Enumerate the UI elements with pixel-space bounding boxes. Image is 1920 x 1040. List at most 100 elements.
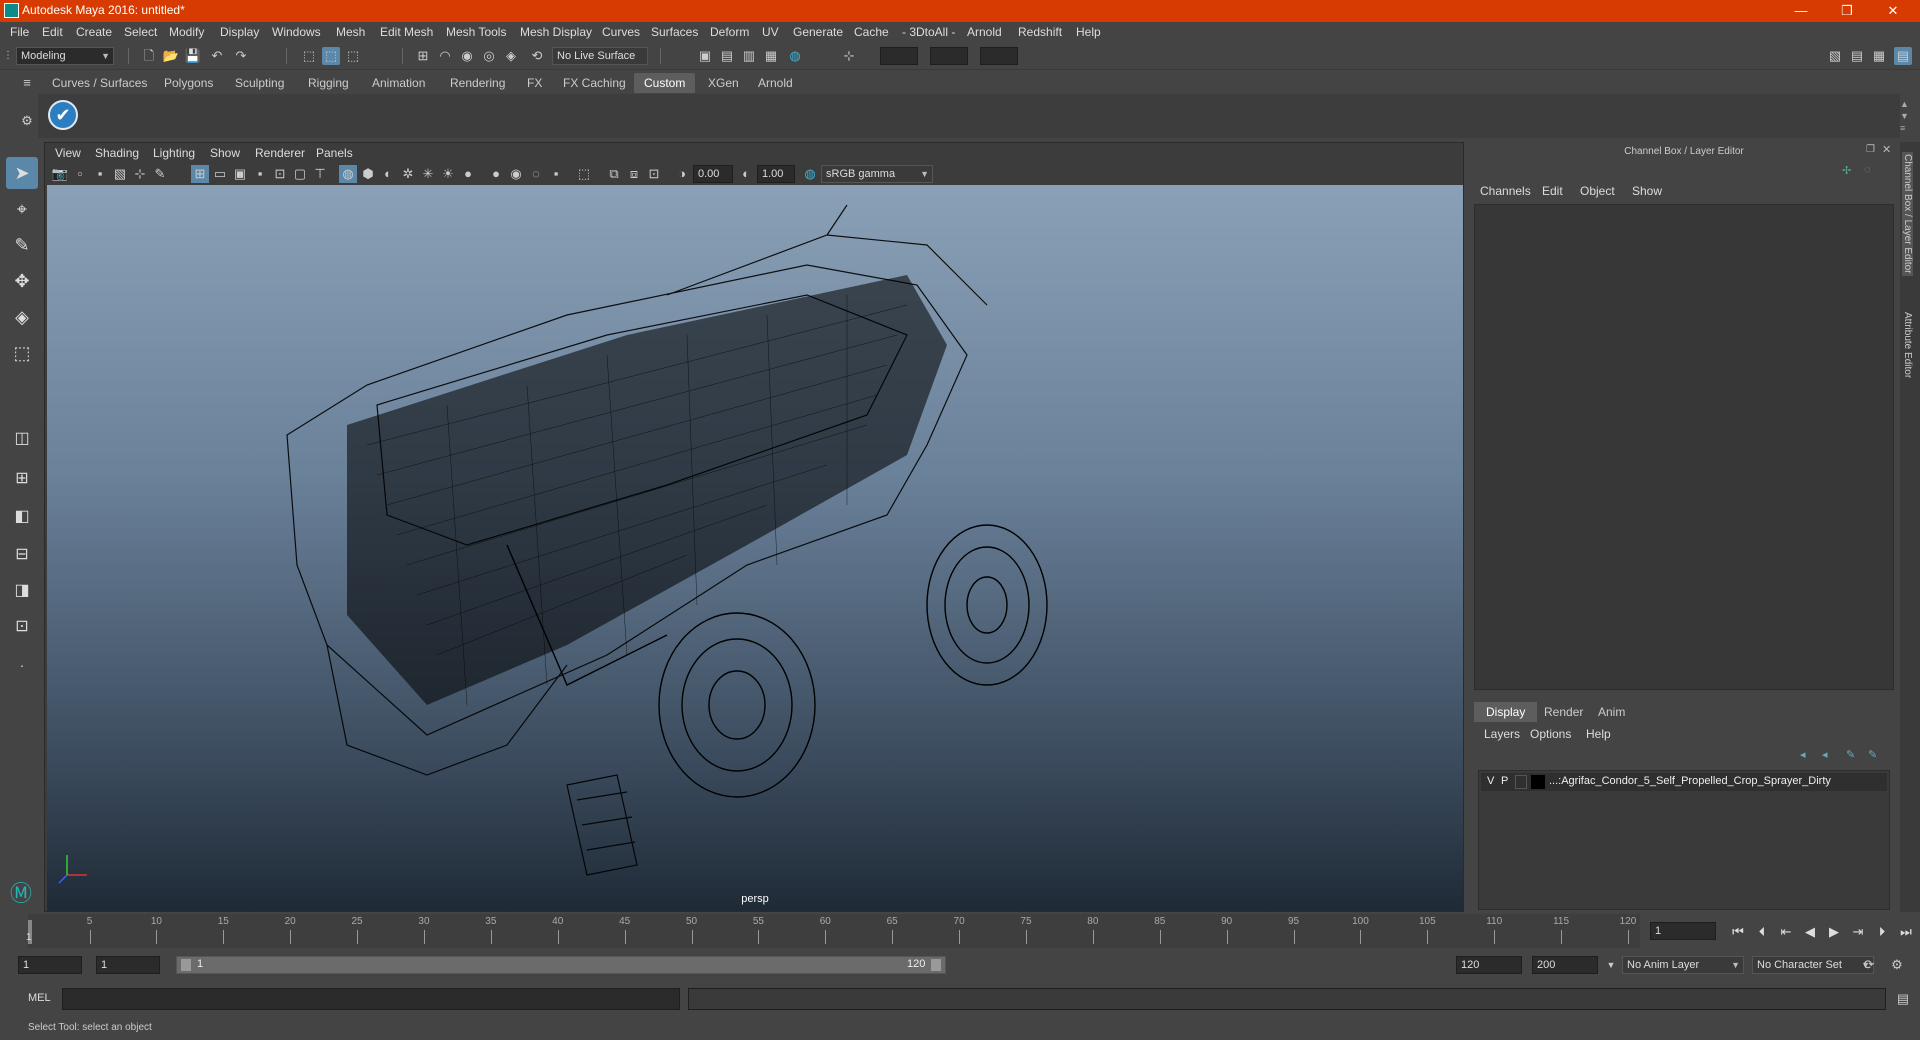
cb-menu-channels[interactable]: Channels bbox=[1480, 184, 1531, 198]
range-end-handle[interactable] bbox=[931, 959, 941, 971]
viewport-3d[interactable]: persp bbox=[47, 185, 1463, 911]
le-menu-help[interactable]: Help bbox=[1586, 727, 1611, 741]
gamma-icon[interactable]: ◐ bbox=[737, 165, 755, 183]
animation-start-input[interactable]: 1 bbox=[18, 956, 82, 974]
snap-grid-icon[interactable]: ⊞ bbox=[414, 47, 432, 65]
time-slider[interactable]: 1 5 10 15 20 25 30 35 40 45 50 55 60 65 70 75 80 85 90 95 1… bbox=[26, 914, 1640, 948]
cb-menu-object[interactable]: Object bbox=[1580, 184, 1615, 198]
lasso-tool-icon[interactable]: ⌖ bbox=[6, 193, 38, 225]
tab-fx-caching[interactable]: FX Caching bbox=[553, 73, 636, 93]
close-panel-icon[interactable]: ✕ bbox=[1882, 143, 1891, 156]
panel-menu-renderer[interactable]: Renderer bbox=[255, 146, 305, 160]
animation-preferences-icon[interactable]: ⚙ bbox=[1888, 956, 1906, 974]
transform-mode-icon[interactable]: ⊹ bbox=[840, 47, 858, 65]
tab-arnold[interactable]: Arnold bbox=[748, 73, 803, 93]
animation-end-input[interactable]: 200 bbox=[1532, 956, 1598, 974]
snap-live-icon[interactable]: ◈ bbox=[502, 47, 520, 65]
layer-playback-toggle[interactable]: P bbox=[1501, 775, 1508, 787]
film-gate-icon[interactable]: ▭ bbox=[211, 165, 229, 183]
wireframe-model[interactable] bbox=[47, 185, 1463, 911]
layer-visibility-toggle[interactable]: V bbox=[1487, 775, 1494, 787]
tab-fx[interactable]: FX bbox=[517, 73, 552, 93]
tab-display[interactable]: Display bbox=[1474, 702, 1538, 722]
redo-icon[interactable]: ↷ bbox=[232, 47, 250, 65]
channel-box-area[interactable] bbox=[1474, 204, 1894, 690]
menu-mesh-display[interactable]: Mesh Display bbox=[520, 25, 592, 39]
shadows-icon[interactable]: ☀ bbox=[439, 165, 457, 183]
menu-select[interactable]: Select bbox=[124, 25, 157, 39]
step-back-key-icon[interactable]: ⇤ bbox=[1776, 922, 1796, 942]
lights-icon[interactable]: ✳ bbox=[419, 165, 437, 183]
shelf-menu-icon[interactable]: ≡ bbox=[18, 74, 36, 92]
step-forward-key-icon[interactable]: ⇥ bbox=[1848, 922, 1868, 942]
four-view-layout-icon[interactable]: ⊞ bbox=[6, 463, 38, 495]
menu-mesh[interactable]: Mesh bbox=[336, 25, 365, 39]
xray-icon[interactable]: ⬚ bbox=[575, 165, 593, 183]
tool-settings-icon[interactable]: ▦ bbox=[1870, 47, 1888, 65]
chevron-down-icon[interactable]: ▼ bbox=[1602, 956, 1620, 974]
script-editor-icon[interactable]: ▤ bbox=[1894, 990, 1912, 1008]
scale-tool-icon[interactable]: ⬚ bbox=[6, 337, 38, 369]
menu-surfaces[interactable]: Surfaces bbox=[651, 25, 698, 39]
xray-components-icon[interactable]: ⧈ bbox=[625, 165, 643, 183]
shelf-scroll-icon[interactable]: ▲ ▼ ≡ bbox=[1900, 98, 1909, 134]
le-menu-options[interactable]: Options bbox=[1530, 727, 1571, 741]
motion-blur-icon[interactable]: ● bbox=[487, 165, 505, 183]
shelf-settings-icon[interactable]: ⚙ bbox=[18, 112, 36, 130]
select-tool-icon[interactable]: ➤ bbox=[6, 157, 38, 189]
menu-create[interactable]: Create bbox=[76, 25, 112, 39]
gate-mask-icon[interactable]: ▪ bbox=[251, 165, 269, 183]
restore-button[interactable]: ❐ bbox=[1824, 0, 1870, 22]
color-management-icon[interactable]: ◍ bbox=[801, 165, 819, 183]
grease-pencil-icon[interactable]: ✎ bbox=[151, 165, 169, 183]
move-layer-up-icon[interactable]: ◂ bbox=[1800, 748, 1806, 761]
z-input[interactable] bbox=[980, 47, 1018, 65]
y-input[interactable] bbox=[930, 47, 968, 65]
current-frame-input[interactable]: 1 bbox=[1650, 922, 1716, 940]
playback-end-input[interactable]: 120 bbox=[1456, 956, 1522, 974]
grip-handle-icon[interactable]: ⋮ bbox=[2, 47, 14, 65]
rotate-tool-icon[interactable]: ◈ bbox=[6, 301, 38, 333]
tab-xgen[interactable]: XGen bbox=[698, 73, 749, 93]
save-scene-icon[interactable]: 💾 bbox=[184, 47, 202, 65]
menu-modify[interactable]: Modify bbox=[169, 25, 204, 39]
undo-icon[interactable]: ↶ bbox=[208, 47, 226, 65]
cb-menu-show[interactable]: Show bbox=[1632, 184, 1662, 198]
tab-polygons[interactable]: Polygons bbox=[154, 73, 223, 93]
panel-menu-panels[interactable]: Panels bbox=[316, 146, 353, 160]
panel-menu-view[interactable]: View bbox=[55, 146, 81, 160]
channel-box-axis-icon[interactable]: ✢ bbox=[1842, 164, 1851, 177]
menu-deform[interactable]: Deform bbox=[710, 25, 749, 39]
camera-icon[interactable]: 📷 bbox=[51, 165, 69, 183]
menu-help[interactable]: Help bbox=[1076, 25, 1101, 39]
make-live-icon[interactable]: ⟲ bbox=[528, 47, 546, 65]
menu-arnold[interactable]: Arnold bbox=[967, 25, 1002, 39]
modeling-toolkit-icon[interactable]: ▧ bbox=[1826, 47, 1844, 65]
tab-rigging[interactable]: Rigging bbox=[298, 73, 359, 93]
select-hierarchy-icon[interactable]: ⬚ bbox=[300, 47, 318, 65]
frame-all-icon[interactable]: ⊡ bbox=[645, 165, 663, 183]
panel-menu-show[interactable]: Show bbox=[210, 146, 240, 160]
character-set-dropdown[interactable]: No Character Set ▼ bbox=[1752, 956, 1874, 974]
hypershade-icon[interactable]: ◍ bbox=[786, 47, 804, 65]
menu-generate[interactable]: Generate bbox=[793, 25, 843, 39]
tab-animation[interactable]: Animation bbox=[362, 73, 435, 93]
textured-icon[interactable]: ✲ bbox=[399, 165, 417, 183]
move-layer-down-icon[interactable]: ◂ bbox=[1822, 748, 1828, 761]
panel-menu-shading[interactable]: Shading bbox=[95, 146, 139, 160]
wireframe-icon[interactable]: ◍ bbox=[339, 165, 357, 183]
render-frame-icon[interactable]: ▤ bbox=[718, 47, 736, 65]
select-component-icon[interactable]: ⬚ bbox=[344, 47, 362, 65]
range-start-handle[interactable] bbox=[181, 959, 191, 971]
grid-toggle-icon[interactable]: ⊞ bbox=[191, 165, 209, 183]
exposure-input[interactable]: 0.00 bbox=[693, 165, 733, 183]
menu-file[interactable]: File bbox=[10, 25, 29, 39]
go-to-start-icon[interactable]: ⏮ bbox=[1728, 922, 1748, 942]
play-forwards-icon[interactable]: ▶ bbox=[1824, 922, 1844, 942]
checkmark-shelf-icon[interactable]: ✔ bbox=[48, 100, 78, 130]
single-perspective-layout-icon[interactable]: ◫ bbox=[6, 423, 38, 455]
new-scene-icon[interactable]: 🗋 bbox=[140, 47, 158, 65]
menu-cache[interactable]: Cache bbox=[854, 25, 889, 39]
range-slider[interactable]: 1 120 bbox=[176, 956, 946, 974]
menu-display[interactable]: Display bbox=[220, 25, 259, 39]
